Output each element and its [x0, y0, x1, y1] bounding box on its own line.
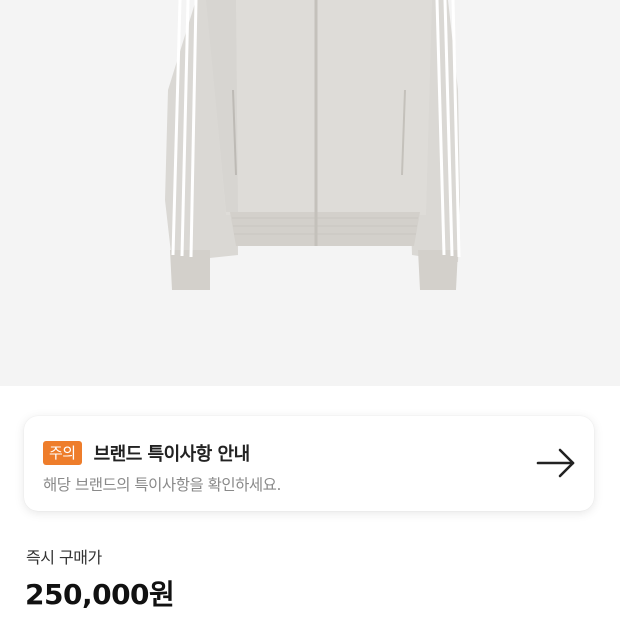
notice-header: 주의 브랜드 특이사항 안내	[43, 438, 250, 468]
product-info: 주의 브랜드 특이사항 안내 해당 브랜드의 특이사항을 확인하세요. 즉시 구…	[0, 386, 620, 620]
price-label: 즉시 구매가	[26, 548, 102, 567]
jacket-illustration	[165, 0, 461, 290]
price-value: 250,000원	[25, 578, 175, 611]
notice-description: 해당 브랜드의 특이사항을 확인하세요.	[43, 476, 281, 494]
notice-title: 브랜드 특이사항 안내	[93, 444, 251, 465]
right-arrow-icon	[536, 448, 575, 478]
caution-badge: 주의	[43, 441, 82, 465]
notice-arrow-button[interactable]	[532, 442, 580, 484]
product-image[interactable]	[0, 0, 620, 386]
brand-notice-card[interactable]: 주의 브랜드 특이사항 안내 해당 브랜드의 특이사항을 확인하세요.	[24, 416, 594, 511]
